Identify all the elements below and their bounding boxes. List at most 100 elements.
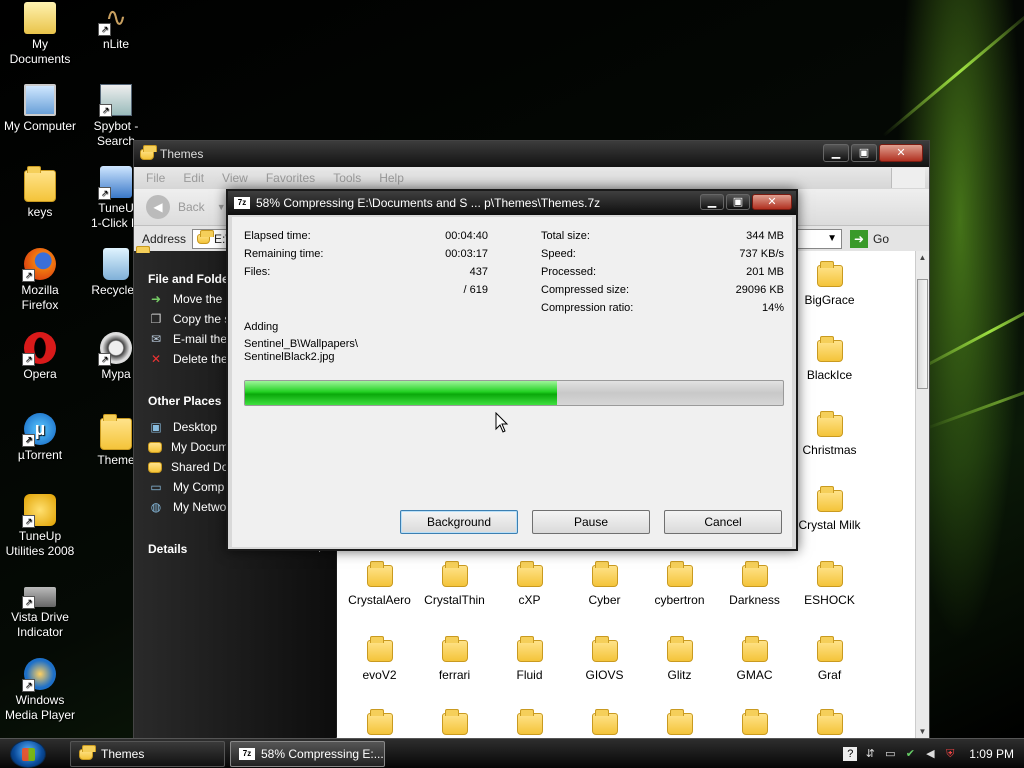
desktop-icon-tuneup-utilities[interactable]: TuneUp Utilities 2008	[0, 494, 80, 559]
background-button[interactable]: Background	[400, 510, 518, 534]
close-button[interactable]: ✕	[752, 194, 792, 210]
compression-progress-dialog[interactable]: 7z 58% Compressing E:\Documents and S ..…	[226, 189, 798, 551]
list-item[interactable]	[492, 709, 567, 738]
taskbar-item-compressing[interactable]: 7z 58% Compressing E:...	[230, 741, 385, 767]
list-item[interactable]	[717, 709, 792, 738]
desktop-icon-vista-drive-indicator[interactable]: Vista Drive Indicator	[0, 577, 80, 640]
address-label: Address	[142, 231, 187, 246]
list-item[interactable]: ESHOCK	[792, 561, 867, 607]
back-arrow-icon[interactable]: ◀	[146, 195, 170, 219]
go-button[interactable]: ➜ Go	[850, 229, 889, 248]
shield-icon[interactable]: ⛨	[943, 747, 957, 761]
chevron-down-icon[interactable]: ▼	[217, 202, 226, 212]
nlite-icon: ∿	[98, 2, 132, 36]
remaining-time-label: Remaining time:	[244, 248, 324, 260]
menu-file[interactable]: File	[146, 171, 165, 185]
total-size-label: Total size:	[541, 230, 590, 242]
opera-icon	[22, 332, 56, 366]
folder-icon	[591, 561, 618, 587]
monitor-icon[interactable]: ▭	[883, 747, 897, 761]
list-item[interactable]: Christmas	[792, 411, 867, 457]
wallpaper-streak	[882, 6, 1024, 137]
list-item[interactable]: ferrari	[417, 636, 492, 682]
vertical-scrollbar[interactable]: ▲ ▼	[915, 251, 929, 738]
menu-view[interactable]: View	[222, 171, 248, 185]
list-item[interactable]: Glitz	[642, 636, 717, 682]
recycle-bin-icon	[103, 248, 129, 280]
menu-help[interactable]: Help	[379, 171, 404, 185]
list-item[interactable]	[417, 709, 492, 738]
folder-icon	[816, 261, 843, 287]
list-item[interactable]: Crystal Milk	[792, 486, 867, 532]
volume-icon[interactable]: ◀	[923, 747, 937, 761]
desktop-icon-windows-media-player[interactable]: Windows Media Player	[0, 658, 80, 723]
list-item[interactable]: GMAC	[717, 636, 792, 682]
maximize-button[interactable]: ▣	[851, 144, 877, 162]
dialog-titlebar[interactable]: 7z 58% Compressing E:\Documents and S ..…	[228, 191, 796, 215]
status-text: Adding	[244, 321, 279, 333]
close-button[interactable]: ✕	[879, 144, 923, 162]
list-item[interactable]: Cyber	[567, 561, 642, 607]
back-button-label[interactable]: Back	[178, 200, 205, 214]
folder-icon	[441, 561, 468, 587]
desktop-icon-my-computer[interactable]: My Computer	[0, 84, 80, 134]
list-item[interactable]	[642, 709, 717, 738]
chevron-down-icon[interactable]: ▼	[827, 233, 837, 244]
folder-icon	[591, 636, 618, 662]
list-item[interactable]: CrystalAero	[342, 561, 417, 607]
taskbar-item-themes[interactable]: Themes	[70, 741, 225, 767]
desktop-icon-utorrent[interactable]: µ µTorrent	[0, 413, 80, 463]
taskbar-item-label: 58% Compressing E:...	[261, 747, 384, 761]
menu-favorites[interactable]: Favorites	[266, 171, 315, 185]
explorer-titlebar[interactable]: Themes ▁ ▣ ✕	[134, 141, 929, 167]
menu-tools[interactable]: Tools	[333, 171, 361, 185]
desktop-icon-nlite[interactable]: ∿ nLite	[76, 2, 156, 52]
scrollbar-thumb[interactable]	[917, 279, 928, 389]
menu-edit[interactable]: Edit	[183, 171, 204, 185]
desktop-icon-keys[interactable]: keys	[0, 166, 80, 220]
system-tray: ? ⇵ ▭ ✔ ◀ ⛨ 1:09 PM	[819, 739, 1024, 768]
list-item[interactable]: cXP	[492, 561, 567, 607]
scroll-down-arrow-icon[interactable]: ▼	[916, 727, 929, 736]
list-item[interactable]: Darkness	[717, 561, 792, 607]
cancel-button[interactable]: Cancel	[664, 510, 782, 534]
clock[interactable]: 1:09 PM	[969, 747, 1014, 761]
start-button[interactable]	[10, 740, 46, 768]
list-item[interactable]: BigGrace	[792, 261, 867, 307]
desktop-icon-label: Mypa	[101, 367, 131, 381]
my-documents-icon	[24, 2, 56, 34]
list-item[interactable]: CrystalThin	[417, 561, 492, 607]
list-item[interactable]	[342, 709, 417, 738]
desktop-icon-opera[interactable]: Opera	[0, 332, 80, 382]
network-icon[interactable]: ⇵	[863, 747, 877, 761]
firefox-icon	[22, 248, 56, 282]
list-item[interactable]	[792, 709, 867, 738]
list-item[interactable]: cybertron	[642, 561, 717, 607]
update-icon[interactable]: ✔	[903, 747, 917, 761]
scroll-up-arrow-icon[interactable]: ▲	[916, 253, 929, 262]
minimize-button[interactable]: ▁	[823, 144, 849, 162]
list-item[interactable]	[567, 709, 642, 738]
pause-button[interactable]: Pause	[532, 510, 650, 534]
desktop-icon: ▣	[150, 420, 162, 434]
folder-icon	[148, 461, 162, 473]
elapsed-time-label: Elapsed time:	[244, 230, 311, 242]
maximize-button[interactable]: ▣	[726, 194, 750, 210]
utorrent-icon: µ	[22, 413, 56, 447]
mouse-cursor-icon	[495, 412, 509, 433]
folder-icon	[197, 229, 215, 244]
desktop-icon-my-documents[interactable]: My Documents	[0, 2, 80, 67]
desktop-icon-firefox[interactable]: Mozilla Firefox	[0, 248, 80, 313]
vista-drive-indicator-icon	[22, 587, 56, 609]
help-icon[interactable]: ?	[843, 747, 858, 761]
folder-icon	[741, 636, 768, 662]
list-item[interactable]: evoV2	[342, 636, 417, 682]
minimize-button[interactable]: ▁	[700, 194, 724, 210]
folder-icon	[666, 636, 693, 662]
list-item[interactable]: Fluid	[492, 636, 567, 682]
my-computer-icon: ▭	[150, 480, 162, 494]
list-item[interactable]: BlackIce	[792, 336, 867, 382]
list-item[interactable]: Graf	[792, 636, 867, 682]
wallpaper-streak	[924, 372, 1024, 431]
list-item[interactable]: GIOVS	[567, 636, 642, 682]
